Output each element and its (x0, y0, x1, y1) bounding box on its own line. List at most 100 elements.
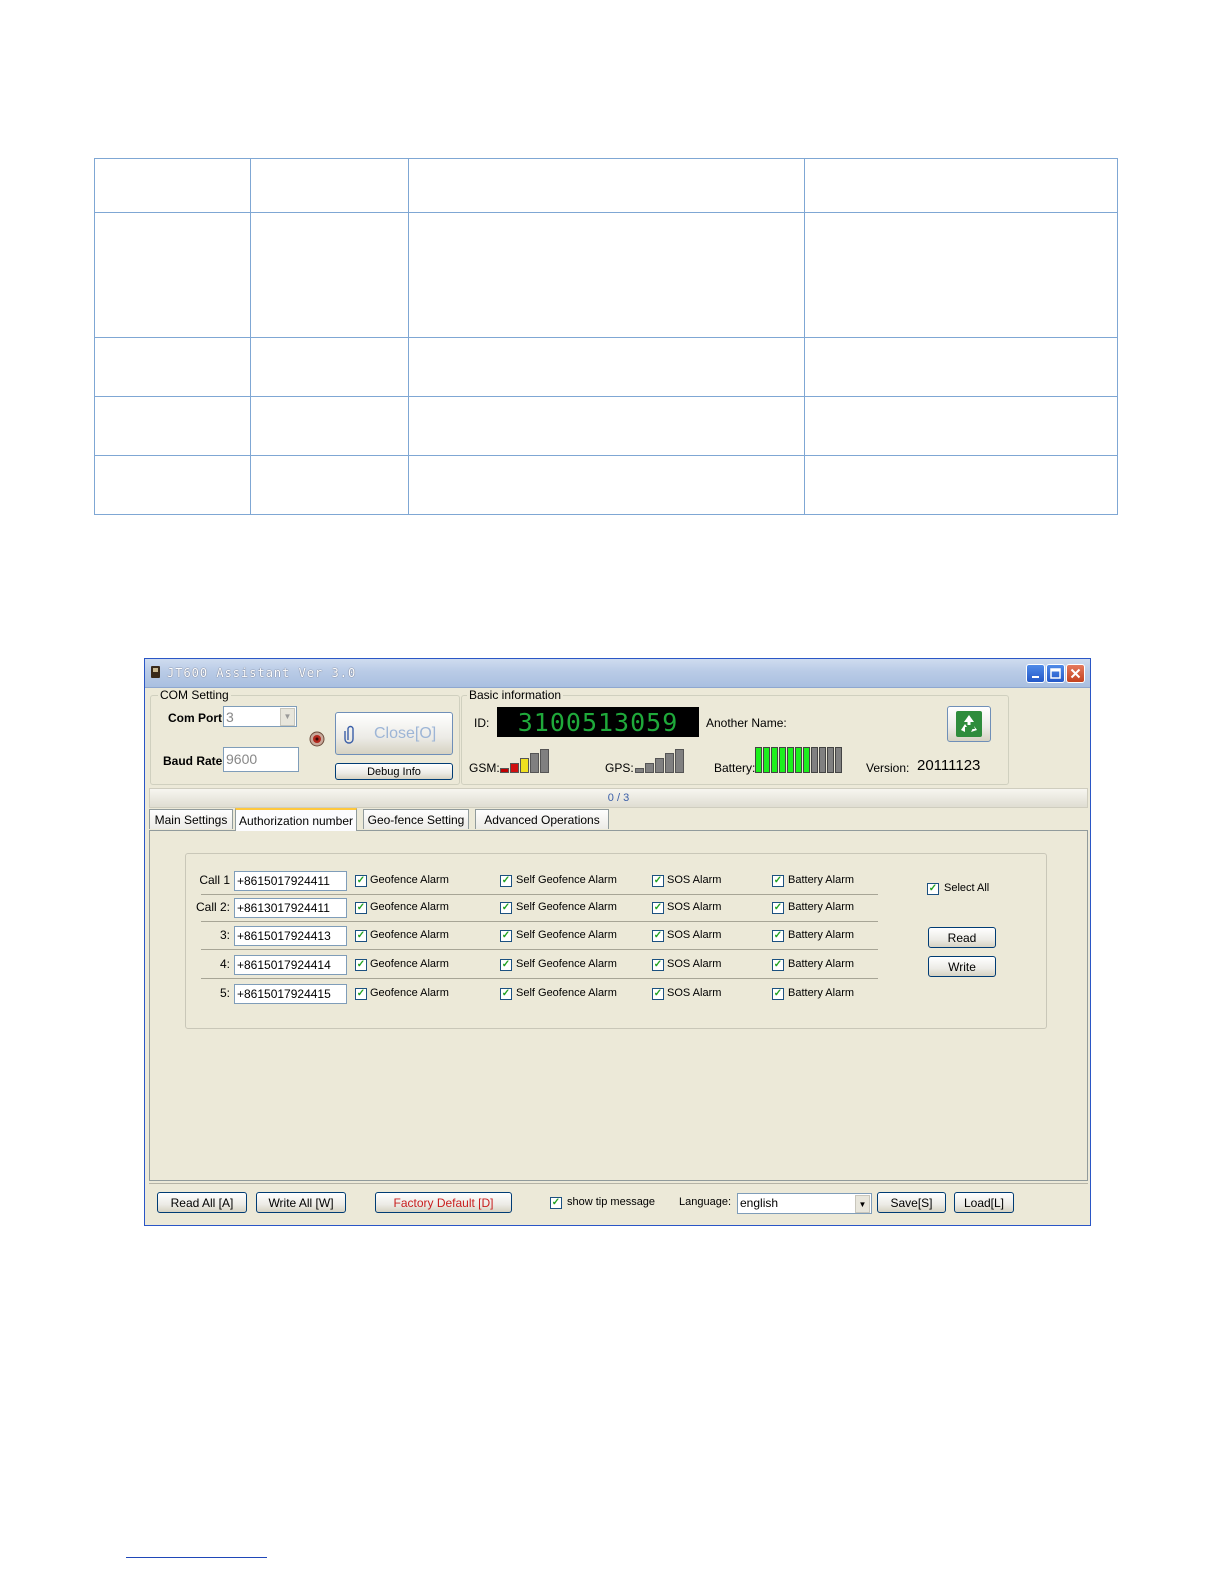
refresh-button[interactable] (947, 706, 991, 742)
tab-geo-fence-setting[interactable]: Geo-fence Setting (363, 809, 469, 829)
sos-alarm-checkbox[interactable]: ✓ (652, 902, 664, 914)
call-label: 4: (219, 957, 230, 971)
close-port-button[interactable]: Close[O] (335, 712, 453, 755)
com-port-label: Com Port (168, 711, 222, 725)
self-geofence-alarm-checkbox[interactable]: ✓ (500, 902, 512, 914)
geofence-alarm-checkbox[interactable]: ✓ (355, 875, 367, 887)
self-geofence-alarm-checkbox[interactable]: ✓ (500, 930, 512, 942)
battery-alarm-label: Battery Alarm (788, 874, 855, 886)
write-all-label: Write All [W] (268, 1195, 334, 1210)
geofence-alarm-checkbox[interactable]: ✓ (355, 930, 367, 942)
call-label: 5: (219, 986, 230, 1000)
geofence-alarm-label: Geofence Alarm (370, 929, 449, 941)
battery-label: Battery: (714, 761, 756, 775)
battery-alarm-label: Battery Alarm (788, 929, 855, 941)
table-row (94, 396, 1118, 456)
baud-rate-input[interactable]: 9600 (223, 747, 299, 772)
phone-number-input[interactable]: +8615017924411 (234, 871, 347, 891)
self-geofence-alarm-label: Self Geofence Alarm (516, 987, 617, 999)
self-geofence-alarm-checkbox[interactable]: ✓ (500, 875, 512, 887)
save-button[interactable]: Save[S] (877, 1192, 946, 1213)
table-row (94, 158, 1118, 213)
write-all-button[interactable]: Write All [W] (256, 1192, 346, 1213)
phone-number-input[interactable]: +8615017924413 (234, 926, 347, 946)
maximize-icon (1050, 668, 1061, 679)
battery-segment (803, 747, 810, 773)
com-port-select[interactable]: 3 ▼ (223, 706, 297, 727)
factory-default-button[interactable]: Factory Default [D] (375, 1192, 512, 1213)
battery-alarm-label: Battery Alarm (788, 958, 855, 970)
close-window-button[interactable] (1066, 664, 1085, 683)
language-select[interactable]: english ▼ (737, 1193, 872, 1214)
read-all-label: Read All [A] (170, 1195, 234, 1210)
show-tip-checkbox[interactable]: ✓ (550, 1197, 562, 1209)
minimize-button[interactable] (1026, 664, 1045, 683)
gsm-label: GSM: (469, 761, 500, 775)
sos-alarm-label: SOS Alarm (667, 901, 722, 913)
debug-info-button[interactable]: Debug Info (335, 763, 453, 780)
battery-segment (819, 747, 826, 773)
battery-alarm-checkbox[interactable]: ✓ (772, 959, 784, 971)
language-label: Language: (679, 1196, 731, 1208)
table-row (94, 212, 1118, 338)
geofence-alarm-checkbox[interactable]: ✓ (355, 988, 367, 1000)
sos-alarm-checkbox[interactable]: ✓ (652, 875, 664, 887)
language-value: english (740, 1196, 779, 1210)
tab-advanced-operations[interactable]: Advanced Operations (475, 809, 609, 829)
battery-level-indicator (755, 747, 842, 773)
tab-label: Advanced Operations (484, 812, 600, 827)
select-all-label: Select All (944, 882, 990, 894)
basic-info-legend: Basic information (467, 688, 564, 702)
battery-alarm-checkbox[interactable]: ✓ (772, 902, 784, 914)
self-geofence-alarm-label: Self Geofence Alarm (516, 929, 617, 941)
battery-alarm-checkbox[interactable]: ✓ (772, 875, 784, 887)
authorization-panel: Call 1 +8615017924411 ✓ Geofence Alarm ✓ Self… (149, 830, 1088, 1181)
self-geofence-alarm-label: Self Geofence Alarm (516, 874, 617, 886)
battery-alarm-checkbox[interactable]: ✓ (772, 988, 784, 1000)
read-all-button[interactable]: Read All [A] (157, 1192, 247, 1213)
com-setting-legend: COM Setting (158, 688, 231, 702)
tab-authorization-number[interactable]: Authorization number (235, 808, 357, 831)
sos-alarm-checkbox[interactable]: ✓ (652, 959, 664, 971)
battery-segment (771, 747, 778, 773)
battery-segment (787, 747, 794, 773)
show-tip-label: show tip message (567, 1196, 656, 1208)
maximize-button[interactable] (1046, 664, 1065, 683)
factory-default-label: Factory Default [D] (393, 1195, 494, 1210)
phone-number-input[interactable]: +8615017924414 (234, 955, 347, 975)
phone-number-input[interactable]: +8613017924411 (234, 898, 347, 918)
minimize-icon (1031, 675, 1039, 678)
geofence-alarm-label: Geofence Alarm (370, 901, 449, 913)
read-button[interactable]: Read (928, 927, 996, 948)
battery-alarm-checkbox[interactable]: ✓ (772, 930, 784, 942)
phone-number-input[interactable]: +8615017924415 (234, 984, 347, 1004)
row-divider (201, 978, 878, 979)
sos-alarm-checkbox[interactable]: ✓ (652, 930, 664, 942)
close-icon (1070, 668, 1081, 679)
write-button[interactable]: Write (928, 956, 996, 977)
title-bar[interactable]: JT600 Assistant Ver 3.0 (145, 659, 1090, 688)
tab-main-settings[interactable]: Main Settings (149, 809, 233, 829)
select-all-checkbox[interactable]: ✓ (927, 883, 939, 895)
battery-segment (795, 747, 802, 773)
battery-segment (763, 747, 770, 773)
document-table (94, 158, 1118, 515)
battery-segment (835, 747, 842, 773)
chevron-down-icon[interactable]: ▼ (855, 1195, 870, 1213)
table-row (94, 337, 1118, 397)
recycle-icon (956, 711, 982, 737)
chevron-down-icon[interactable]: ▼ (280, 708, 295, 726)
geofence-alarm-checkbox[interactable]: ✓ (355, 902, 367, 914)
geofence-alarm-checkbox[interactable]: ✓ (355, 959, 367, 971)
self-geofence-alarm-checkbox[interactable]: ✓ (500, 959, 512, 971)
self-geofence-alarm-checkbox[interactable]: ✓ (500, 988, 512, 1000)
save-label: Save[S] (890, 1195, 933, 1210)
another-name-label: Another Name: (706, 716, 787, 730)
battery-segment (755, 747, 762, 773)
sos-alarm-checkbox[interactable]: ✓ (652, 988, 664, 1000)
gsm-signal-bars (500, 749, 549, 773)
load-button[interactable]: Load[L] (954, 1192, 1014, 1213)
app-window: JT600 Assistant Ver 3.0 COM Setting Com … (144, 658, 1091, 1226)
row-divider (201, 894, 878, 895)
sos-alarm-label: SOS Alarm (667, 874, 722, 886)
